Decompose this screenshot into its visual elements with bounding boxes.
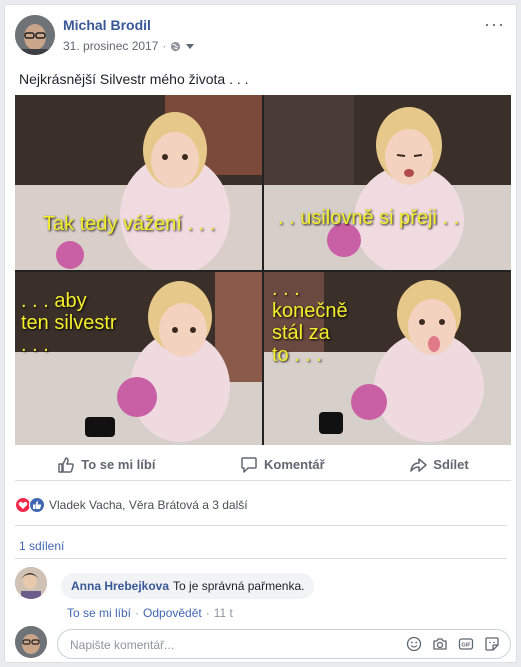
author-avatar[interactable] [15,15,55,55]
comment-input-placeholder: Napište komentář... [70,638,175,652]
photo-caption-3: . . . aby ten silvestr . . . [21,290,117,356]
comment-reply-link[interactable]: Odpovědět [143,606,202,620]
share-label: Sdílet [433,457,469,472]
sticker-icon[interactable] [484,636,500,652]
audience-dropdown-icon[interactable] [185,41,195,51]
like-label: To se mi líbí [81,457,156,472]
comment-author[interactable]: Anna Hrebejkova [71,579,169,593]
commenter-avatar[interactable] [15,567,47,599]
post-text: Nejkrásnější Silvestr mého života . . . [19,71,249,87]
photo-tile-3: . . . aby ten silvestr . . . [15,272,262,445]
divider [15,525,507,526]
avatar-photo-icon [15,15,55,55]
comment-text: To je správná pařmenka. [173,579,305,593]
author-name[interactable]: Michal Brodil [63,17,151,33]
post-meta: 31. prosinec 2017 · [63,39,195,53]
avatar-photo-icon [15,626,47,658]
photo-tile-image [15,95,262,270]
comment-input[interactable]: Napište komentář... GIF [57,629,511,659]
camera-icon[interactable] [432,636,448,652]
post-header: Michal Brodil 31. prosinec 2017 · ··· [15,15,505,59]
comment-button[interactable]: Komentář [240,456,325,474]
comment-time[interactable]: 11 t [214,606,233,620]
post-card: Michal Brodil 31. prosinec 2017 · ··· Ne… [4,4,517,663]
comment-separator: · [135,606,140,620]
photo-tile-image [264,95,511,270]
photo-caption-4: . . . konečně stál za to . . . [272,278,348,366]
gif-icon[interactable]: GIF [458,636,474,652]
svg-text:GIF: GIF [461,643,471,649]
photo-caption-2: . . usilovně si přeji . . [278,207,460,229]
post-actions-bar: To se mi líbí Komentář Sdílet [15,449,511,481]
meta-separator: · [162,39,167,53]
reactions-summary[interactable]: Vladek Vacha, Věra Brátová a 3 další [15,497,248,513]
thumbs-up-icon [58,456,75,473]
share-arrow-icon [410,457,428,472]
photo-tile-2: . . usilovně si přeji . . [264,95,511,270]
post-date[interactable]: 31. prosinec 2017 [63,39,158,53]
divider [15,558,507,559]
like-button[interactable]: To se mi líbí [57,456,155,474]
photo-caption-1: Tak tedy vážení . . . [43,213,216,235]
emoji-icon[interactable] [406,636,422,652]
comment-bubble-icon [241,456,257,473]
like-reaction-icon [29,497,45,513]
shares-count[interactable]: 1 sdílení [19,539,64,553]
comment-bubble: Anna Hrebejkova To je správná pařmenka. [61,573,315,599]
share-button[interactable]: Sdílet [409,456,469,474]
photo-tile-4: . . . konečně stál za to . . . [264,272,511,445]
comment-separator: · [205,606,210,620]
more-options-icon[interactable]: ··· [484,15,505,33]
comment-like-link[interactable]: To se mi líbí [67,606,131,620]
reaction-names[interactable]: Vladek Vacha, Věra Brátová a 3 další [49,498,248,512]
globe-icon [171,41,181,51]
current-user-avatar [15,626,47,658]
avatar-photo-icon [15,567,47,599]
comment-label: Komentář [264,457,325,472]
photo-tile-1: Tak tedy vážení . . . [15,95,262,270]
comment-input-tools: GIF [406,636,500,652]
post-photo[interactable]: Tak tedy vážení . . . . . usilovně si př… [15,95,511,445]
comment-actions: To se mi líbí · Odpovědět · 11 t [67,606,233,620]
